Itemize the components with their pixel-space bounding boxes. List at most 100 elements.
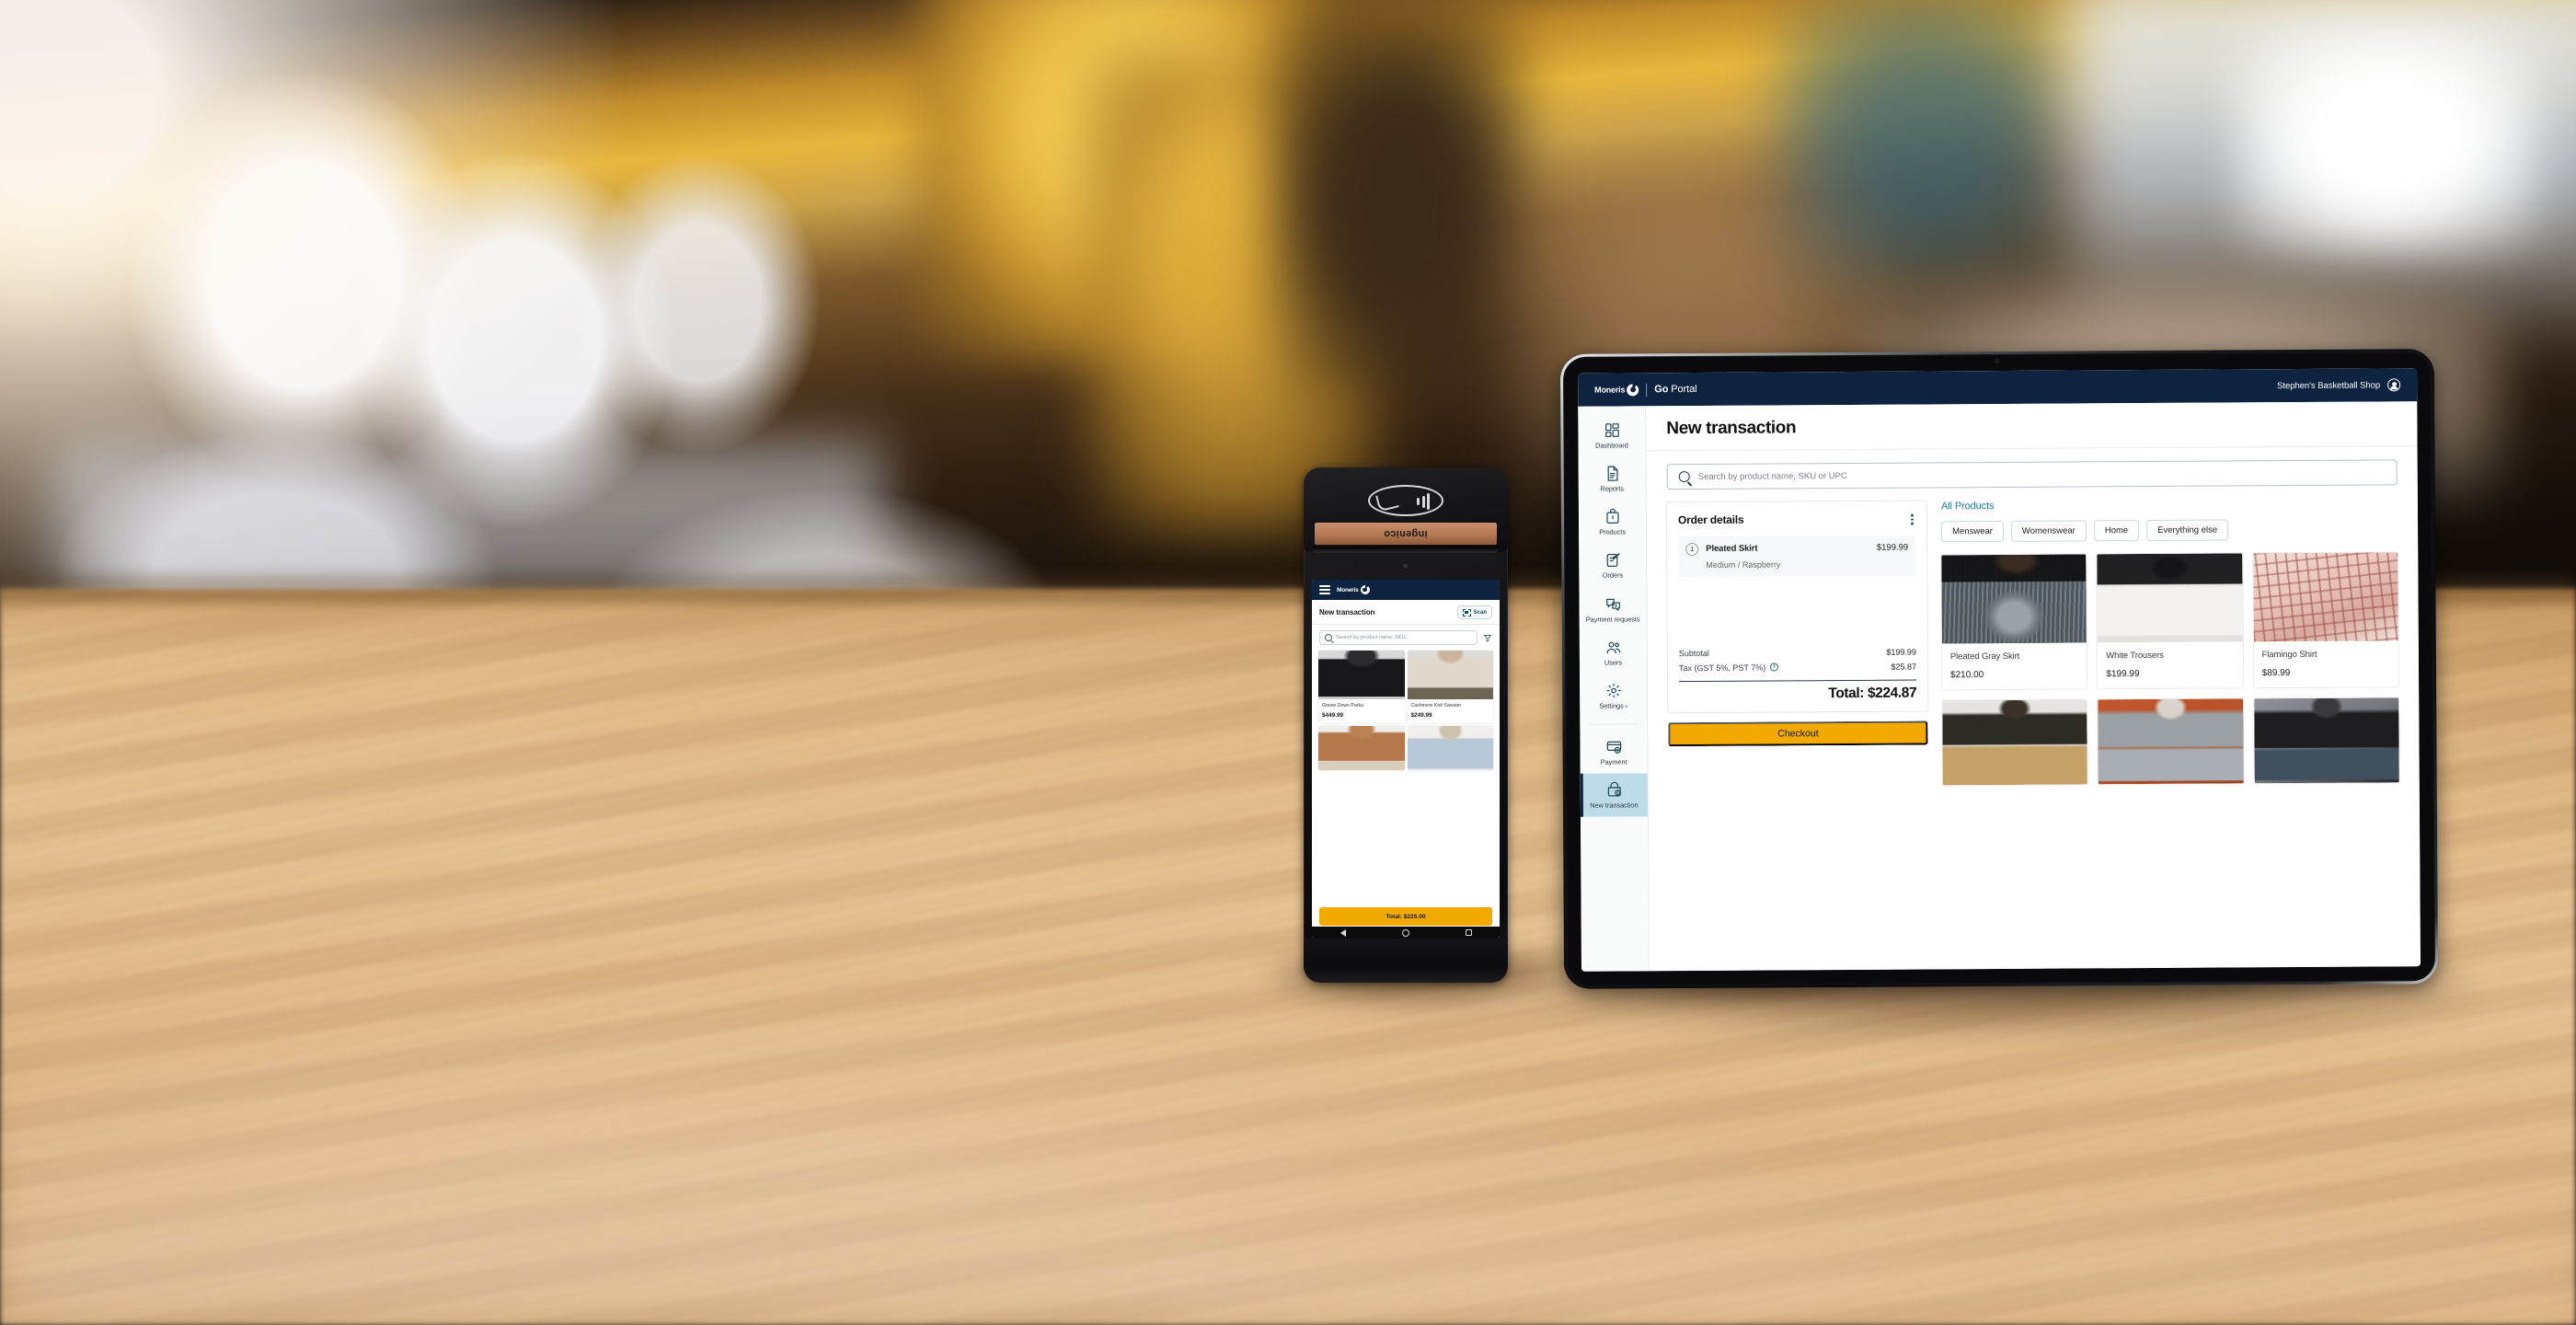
contactless-payment-icon (1368, 485, 1443, 516)
subtotal-row: Subtotal $199.99 (1679, 644, 1916, 661)
info-icon[interactable] (1770, 662, 1779, 672)
category-chip-menswear[interactable]: Menswear (1941, 520, 2004, 543)
product-image (1942, 699, 2088, 786)
sidebar-item-label: Settings › (1599, 701, 1628, 710)
terminal-product-card[interactable] (1318, 726, 1405, 771)
product-name: Flamingo Shirt (2261, 649, 2317, 661)
sidebar-item-label: Payment requests (1585, 614, 1640, 624)
terminal-logo-text: Moneris (1337, 586, 1359, 593)
brand-name-label: Moneris (1594, 385, 1626, 395)
product-image (2098, 698, 2244, 785)
sidebar-item-orders[interactable]: Orders (1579, 544, 1646, 588)
category-chip-home[interactable]: Home (2093, 520, 2140, 542)
product-card[interactable] (2253, 697, 2399, 784)
sidebar-item-label: Orders (1602, 570, 1624, 581)
line-item-name: Pleated Skirt (1706, 543, 1758, 555)
terminal-app-header: Moneris (1312, 580, 1500, 600)
order-details-title: Order details (1677, 513, 1744, 527)
product-image (1318, 651, 1405, 699)
subtotal-value: $199.99 (1886, 647, 1916, 657)
merchant-name: Stephen's Basketball Shop (2277, 379, 2381, 391)
category-chips: Menswear Womenswear Home Everything else (1941, 518, 2398, 543)
sidebar-item-users[interactable]: Users (1580, 630, 1647, 674)
order-line-item[interactable]: 1 Pleated Skirt $199.99 Medium / Raspber… (1678, 535, 1916, 577)
tablet-screen: Moneris Go Portal Stephen's Basketball S… (1578, 368, 2421, 972)
sidebar-item-dashboard[interactable]: Dashboard (1578, 413, 1645, 457)
sidebar-item-label: Users (1604, 658, 1623, 667)
tablet-bezel: Moneris Go Portal Stephen's Basketball S… (1562, 351, 2436, 986)
scan-button[interactable]: Scan (1456, 605, 1492, 619)
home-icon[interactable] (1401, 928, 1409, 937)
product-image (2097, 553, 2243, 643)
terminal-search-row: Search by product name, SKU... (1312, 625, 1500, 651)
product-price: $89.99 (2261, 668, 2291, 679)
moneris-swirl-icon (1627, 383, 1639, 396)
product-image (1941, 554, 2087, 644)
product-search-input[interactable]: Search by product name, SKU or UPC (1666, 459, 2398, 490)
product-image (1407, 651, 1493, 699)
main-scroll-area: Search by product name, SKU or UPC Order… (1647, 446, 2421, 971)
tax-row: Tax (GST 5%, PST 7%) $25.87 (1679, 659, 1916, 675)
category-chip-womenswear[interactable]: Womenswear (2010, 520, 2087, 542)
terminal-total-button[interactable]: Total: $226.00 (1319, 907, 1492, 926)
terminal-screen: Moneris New transaction Scan Search by p… (1312, 580, 1500, 939)
terminal-product-card[interactable] (1407, 726, 1493, 771)
order-column: Order details 1 Pleated Skirt $199.99 Me… (1666, 501, 1928, 787)
payment-request-icon (1604, 595, 1621, 612)
catalog-heading: All Products (1940, 501, 1995, 513)
hamburger-menu-icon[interactable] (1319, 585, 1330, 594)
filter-funnel-icon[interactable] (1483, 634, 1492, 642)
header-account[interactable]: Stephen's Basketball Shop (2277, 378, 2401, 392)
product-price: $249.99 (1410, 712, 1432, 720)
tax-label: Tax (GST 5%, PST 7%) (1679, 662, 1779, 673)
more-options-icon[interactable] (1909, 513, 1915, 527)
recents-icon[interactable] (1465, 929, 1472, 936)
terminal-title-bar: New transaction Scan (1312, 600, 1500, 624)
bokeh-bright-window (2236, 18, 2539, 258)
product-card[interactable] (2098, 698, 2244, 785)
terminal-logo: Moneris (1337, 585, 1370, 594)
product-name: Cashmere Knit Sweater (1410, 703, 1462, 709)
android-nav-bar (1312, 927, 1500, 939)
product-card[interactable]: White Trousers $199.99 (2097, 553, 2243, 689)
product-name-rest: Portal (1668, 384, 1697, 396)
product-card[interactable]: Flamingo Shirt $89.99 (2252, 552, 2399, 688)
product-image (2253, 697, 2399, 784)
sidebar-item-new-transaction[interactable]: New transaction (1580, 773, 1648, 817)
sidebar-item-label: Products (1599, 527, 1627, 536)
product-price: $199.99 (2106, 669, 2140, 680)
back-icon[interactable] (1340, 928, 1346, 937)
terminal-brand-label: ingenico (1384, 528, 1428, 539)
sidebar-divider (1589, 722, 1639, 725)
barcode-scan-icon (1462, 608, 1471, 616)
order-card-header: Order details (1678, 513, 1915, 528)
checkout-button[interactable]: Checkout (1668, 720, 1928, 747)
terminal-product-card[interactable]: Goose Down Parka $449.99 (1318, 651, 1405, 724)
product-image (1407, 726, 1493, 771)
sidebar-item-payment[interactable]: Payment (1580, 730, 1647, 774)
terminal-product-card[interactable]: Cashmere Knit Sweater $249.99 (1407, 651, 1493, 724)
product-image (1318, 726, 1405, 771)
product-name: White Trousers (2106, 650, 2164, 662)
page-header: New transaction (1646, 401, 2418, 452)
product-card[interactable]: Pleated Gray Skirt $210.00 (1941, 554, 2087, 690)
moneris-logo: Moneris (1594, 383, 1639, 396)
user-avatar-icon[interactable] (2387, 378, 2401, 392)
product-name: Pleated Gray Skirt (1949, 651, 2020, 662)
product-name: Goose Down Parka (1322, 703, 1363, 709)
product-image (2252, 552, 2398, 642)
subtotal-label: Subtotal (1678, 648, 1709, 658)
sidebar-item-settings[interactable]: Settings › (1580, 674, 1647, 718)
sidebar-item-products[interactable]: Products (1579, 501, 1646, 545)
terminal-page-title: New transaction (1319, 608, 1375, 616)
terminal-card-slot (1313, 547, 1499, 553)
product-card[interactable] (1942, 699, 2088, 786)
terminal-search-input[interactable]: Search by product name, SKU... (1319, 630, 1478, 645)
sidebar-item-label: Payment (1600, 757, 1627, 766)
category-chip-everything-else[interactable]: Everything else (2146, 519, 2229, 542)
sidebar-item-reports[interactable]: Reports (1579, 456, 1646, 501)
app-body: Dashboard Reports Products Orders Paymen… (1578, 401, 2421, 972)
sidebar-item-payment-requests[interactable]: Payment requests (1579, 587, 1646, 631)
payment-terminal: ingenico Moneris New transaction Scan Se… (1304, 467, 1508, 983)
line-item-main-row: 1 Pleated Skirt $199.99 (1685, 541, 1908, 556)
